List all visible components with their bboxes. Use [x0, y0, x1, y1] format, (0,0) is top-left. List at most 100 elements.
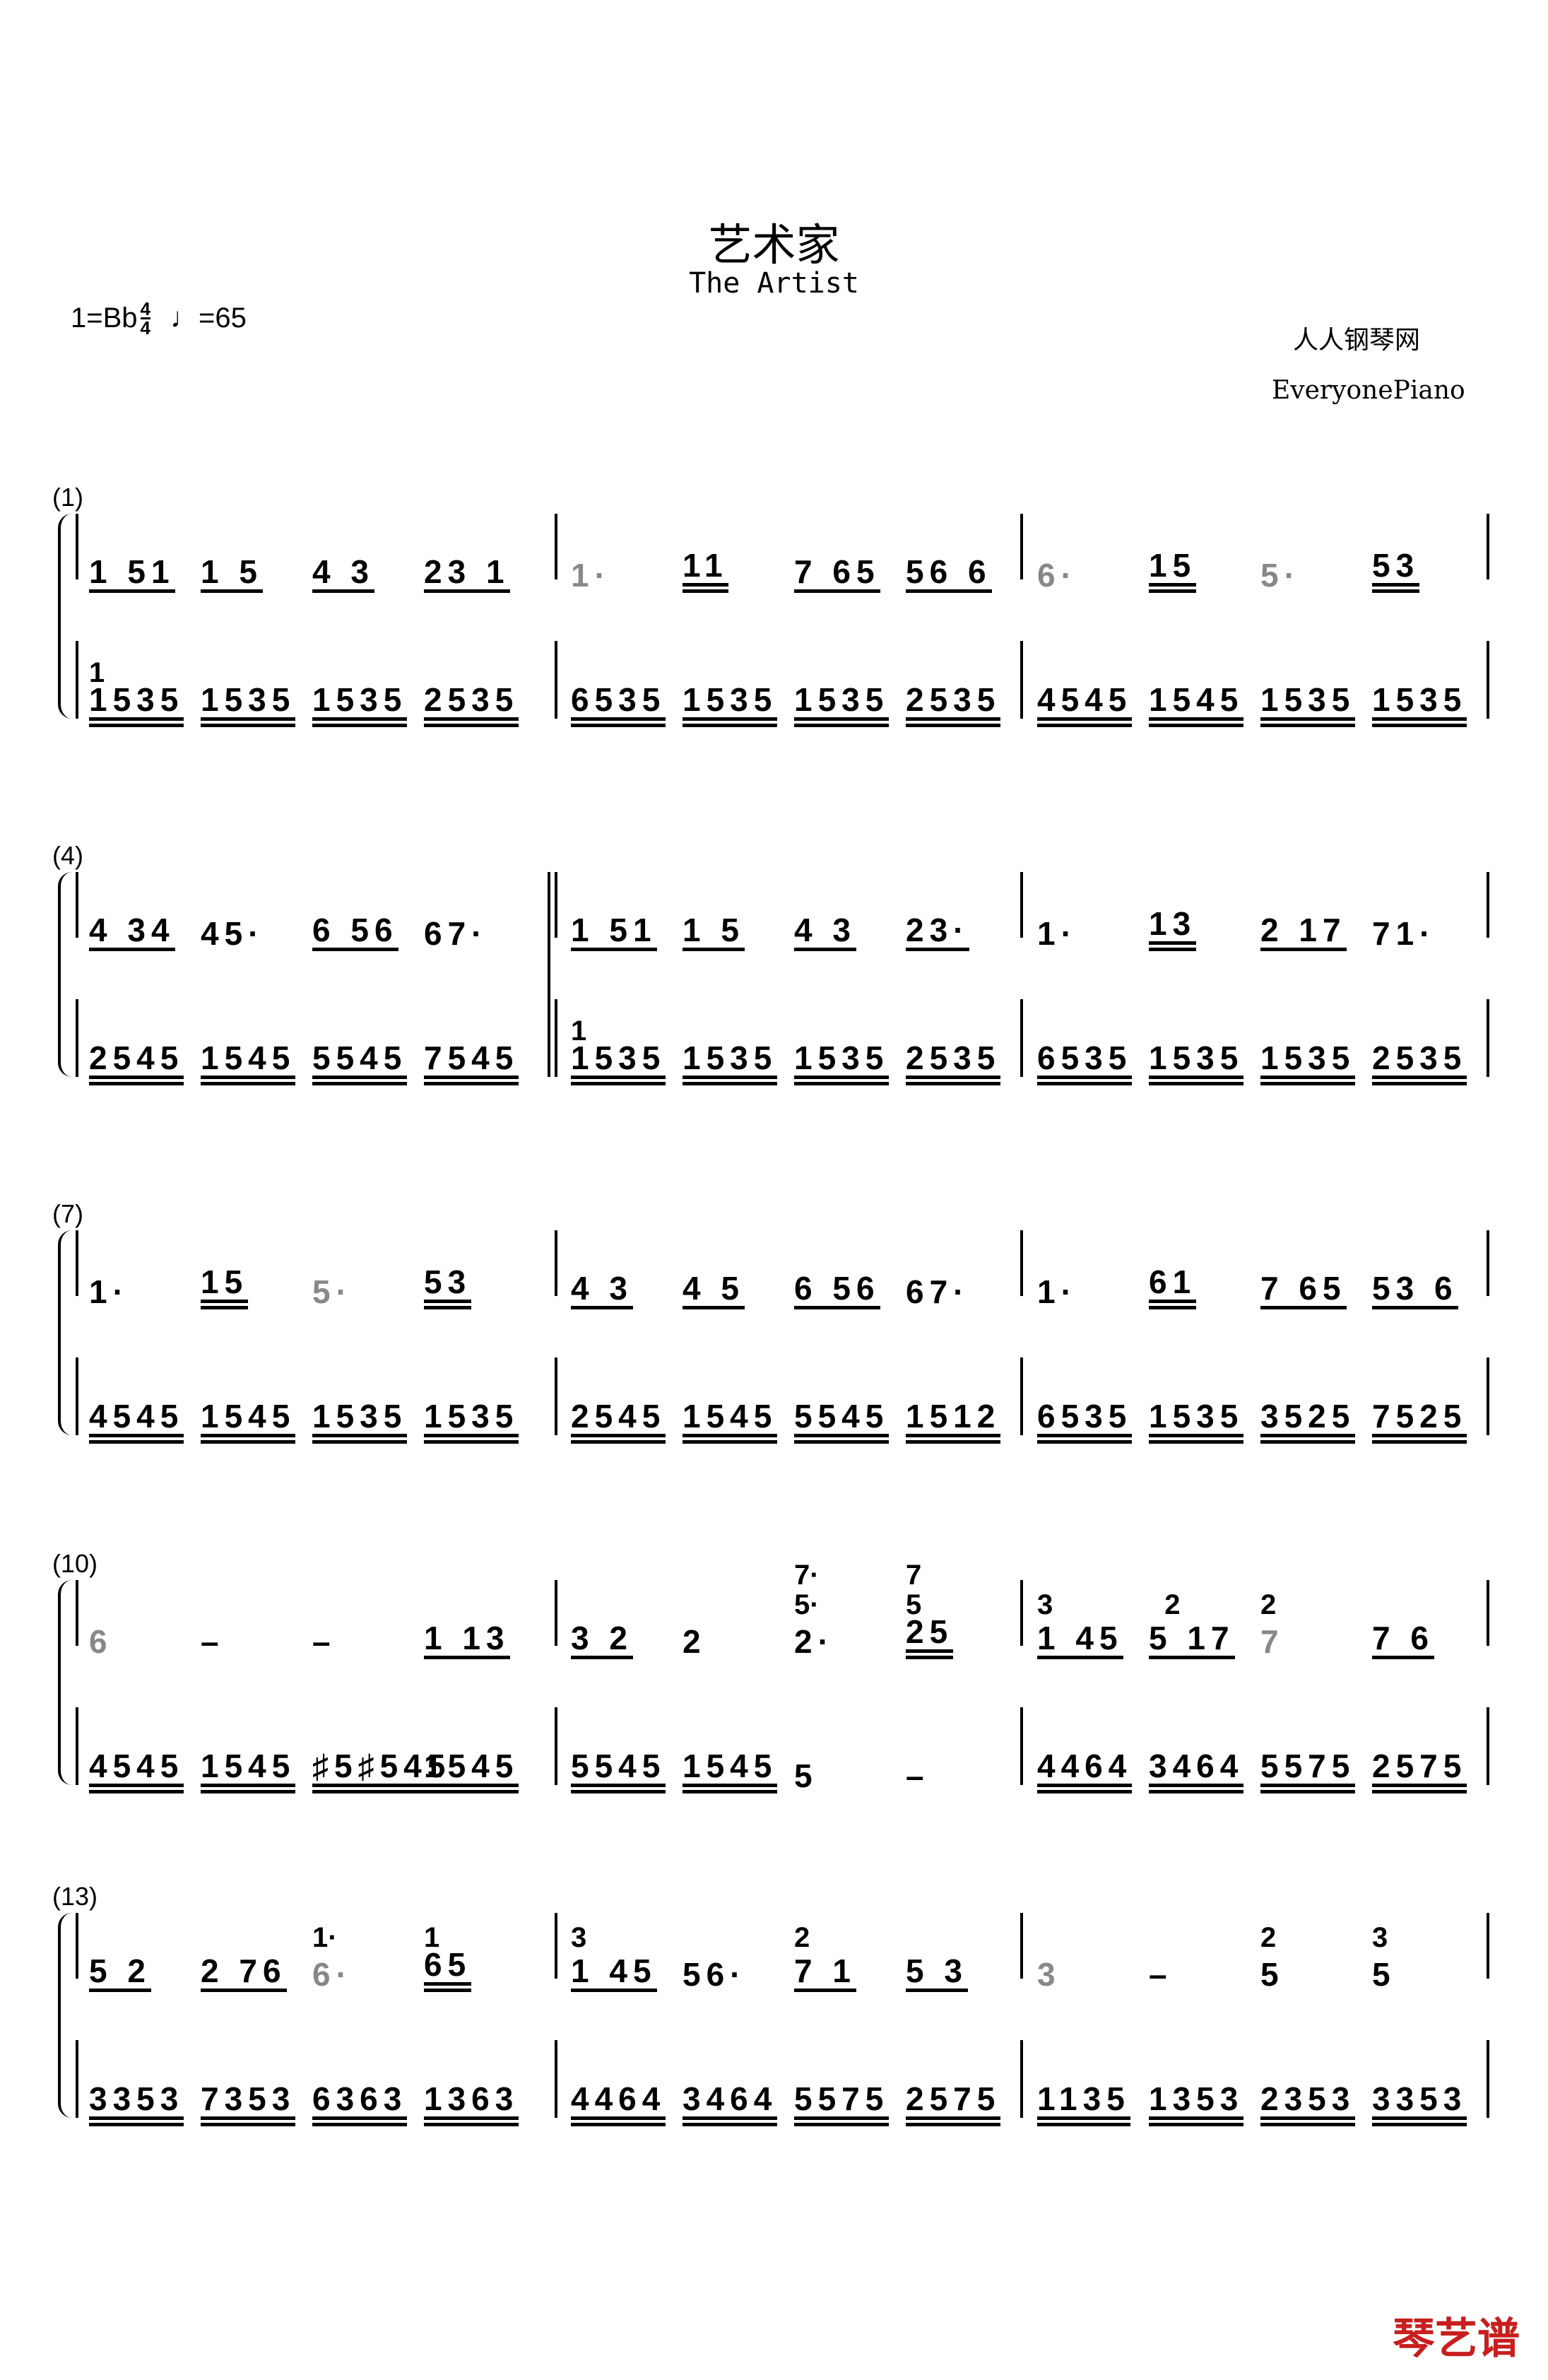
beat: 2575 [900, 2081, 1010, 2126]
barline [1020, 1913, 1023, 2118]
logo: 琴艺谱 [1393, 2314, 1520, 2364]
bass-staff: 4545 1545 ♯5♯545 1545 [83, 1748, 530, 1793]
note-group: 5545 [571, 1748, 666, 1793]
note-group: 5545 [312, 1040, 408, 1085]
note-group: 53 6 [1372, 1271, 1458, 1309]
bass-staff: 4545 1545 1535 1535 [1032, 682, 1478, 727]
note-group: 3353 [1372, 2081, 1467, 2126]
beat: 31 45 [1032, 1590, 1142, 1659]
bass-staff: 1 1535 1535 1535 2535 [565, 1016, 1012, 1085]
beat: 6535 [1032, 1398, 1142, 1444]
beat: 3 2 [565, 1617, 675, 1659]
note-group: 4 3 [571, 1271, 633, 1309]
barline [76, 1580, 78, 1785]
chord-note: 2 [1149, 1589, 1181, 1620]
treble-staff: 31 45 25 17 2 7 7 6 [1032, 1590, 1478, 1660]
note-group: 2· [794, 1623, 834, 1660]
barline [1487, 1913, 1489, 2118]
beat: 25 [1255, 1923, 1365, 1993]
beat: 4 3 [307, 550, 417, 593]
beat: 27 [1255, 1590, 1365, 1660]
note-group: 7545 [424, 1040, 519, 1085]
beat: 2575 [1366, 1748, 1477, 1793]
note-group: 7525 [1372, 1398, 1467, 1444]
beat: 1· [83, 1267, 194, 1309]
system: (10) 6– –1 13 4545 1545 ♯5♯545 1545 3 2 2 7· 5· 2·… [0, 1549, 1548, 1803]
beat: 7 65 [788, 550, 899, 593]
beat: 53 6 [1366, 1267, 1477, 1309]
note-group: 5 [1260, 1956, 1284, 1993]
time-top: 4 [140, 298, 150, 319]
beat: 6 [83, 1617, 194, 1659]
key-signature: 1=Bb [71, 302, 138, 334]
beat: 6 56 [788, 1267, 899, 1309]
bass-staff: 5545 1545 5 – [565, 1748, 1012, 1793]
note-group: 15 [201, 1264, 249, 1309]
note-group: 67· [906, 1273, 970, 1310]
beat: 5545 [565, 1748, 675, 1793]
note-group: 2535 [424, 682, 519, 727]
note-group: 5· [1260, 557, 1301, 594]
beat: 1· [1032, 1267, 1142, 1309]
beat: 2 17 [1255, 909, 1365, 951]
beat: 53 [418, 1264, 528, 1309]
beat: 2545 [83, 1040, 194, 1085]
note-group: 3464 [1149, 1748, 1244, 1793]
barline [555, 1580, 557, 1785]
beat: 3525 [1255, 1398, 1365, 1444]
note-group: 6535 [1037, 1398, 1133, 1444]
note-group: 1535 [683, 1040, 778, 1085]
beat: 4545 [83, 1398, 194, 1444]
note-group: 65 [424, 1947, 472, 1992]
note-group: 1 51 [89, 554, 175, 593]
note-group: 2575 [906, 2081, 1001, 2126]
beat: 2535 [900, 682, 1010, 727]
note-group: – [312, 1623, 336, 1660]
note-group: 7 65 [794, 554, 880, 593]
chord-note: 2 [794, 1922, 810, 1953]
beat: 1 65 [418, 1923, 528, 1992]
system: (1) 1 51 1 54 3 23 1 1 1535 1535 1535 2535 1· 11 7 … [0, 483, 1548, 737]
beat: 1535 [1143, 1040, 1253, 1085]
beat: 7525 [1366, 1398, 1477, 1444]
treble-staff: 3 2 2 7· 5· 2· 7 5 25 [565, 1560, 1012, 1660]
note-group: 2353 [1260, 2081, 1356, 2126]
measure-number: (7) [52, 1199, 83, 1228]
beat: 1535 [1366, 682, 1477, 727]
beat: 1363 [418, 2081, 528, 2126]
note-group: 2535 [906, 1040, 1001, 1085]
beat: 23 1 [418, 550, 528, 593]
note-group: 1535 [794, 682, 890, 727]
measure-number: (10) [52, 1549, 98, 1578]
bass-staff: 4464 3464 5575 2575 [565, 2081, 1012, 2126]
beat: 5545 [788, 1398, 899, 1444]
beat: 27 1 [788, 1923, 899, 1992]
beat: 1 5 [195, 550, 305, 593]
note-group: 3 [1037, 1956, 1061, 1993]
beat: 2 [677, 1617, 787, 1659]
note-group: 15 [1149, 548, 1197, 593]
treble-staff: 4 3 4 5 6 56 67· [565, 1267, 1012, 1309]
beat: 2535 [900, 1040, 1010, 1085]
bass-staff: 1135 1353 2353 3353 [1032, 2081, 1478, 2126]
song-subtitle: The Artist [689, 267, 859, 300]
note-group: 7 [1260, 1623, 1284, 1660]
beat: 4 5 [677, 1267, 787, 1309]
note-group: 67· [424, 915, 488, 952]
note-group: 56· [683, 1956, 747, 1993]
note-group: 1535 [1260, 1040, 1356, 1085]
note-group: 1· [89, 1273, 129, 1310]
beat: 1135 [1032, 2081, 1142, 2126]
beat: 3464 [1143, 1748, 1253, 1793]
brace [58, 872, 76, 1077]
note-group: 1545 [201, 1398, 296, 1444]
note-group: 6535 [571, 682, 666, 727]
note-group: – [1149, 1956, 1173, 1993]
beat: 1512 [900, 1398, 1010, 1444]
beat: 6363 [307, 2081, 417, 2126]
note-group: 1 5 [201, 554, 263, 593]
note-group: 2535 [906, 682, 1001, 727]
credit-en: EveryonePiano [1272, 376, 1465, 405]
note-group: 2 [683, 1623, 707, 1660]
beat: 25 17 [1143, 1590, 1253, 1659]
